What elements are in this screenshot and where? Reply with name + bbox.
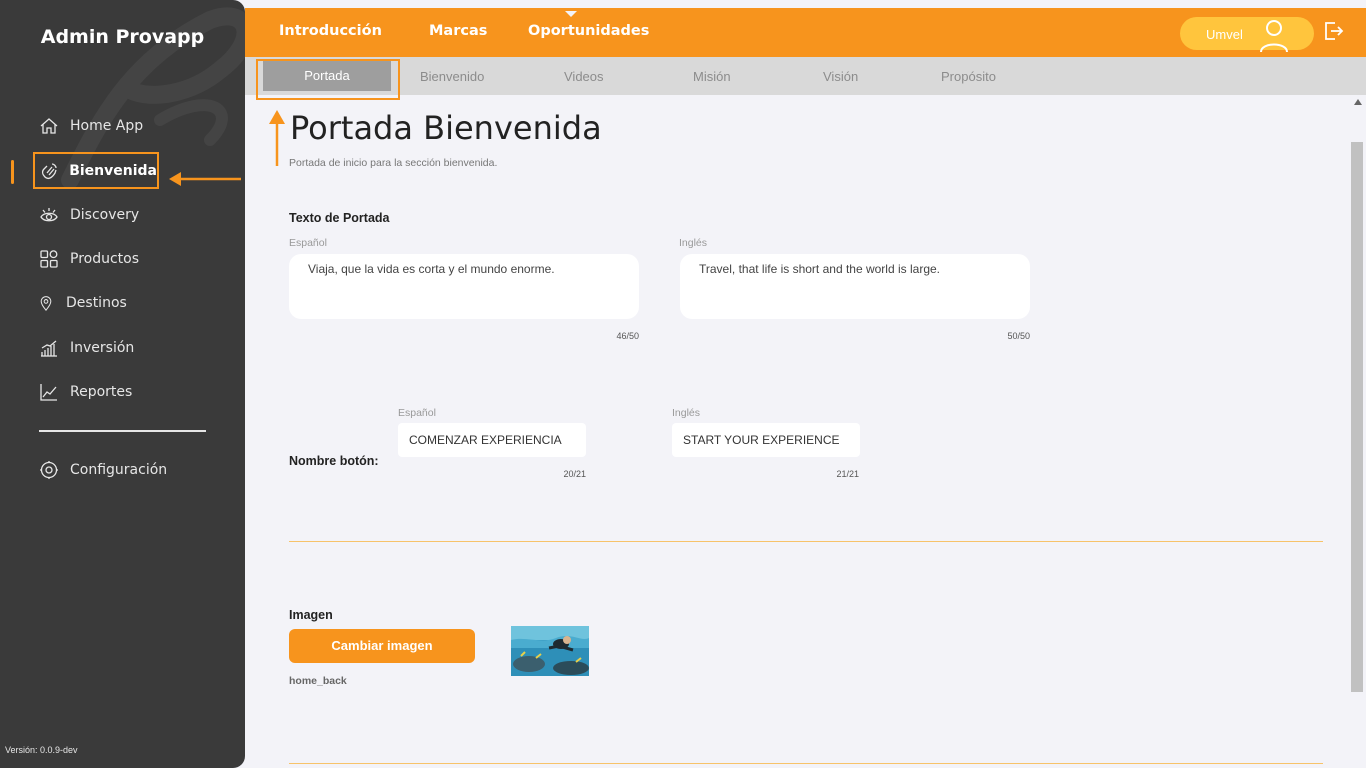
version-label: Versión: 0.0.9-dev <box>5 745 78 755</box>
top-navigation: Introducción Marcas Oportunidades Umvel <box>245 8 1366 57</box>
line-chart-icon <box>38 381 60 403</box>
home-icon <box>38 115 60 137</box>
scroll-up-arrow-icon[interactable] <box>1354 99 1362 105</box>
sidebar-item-label: Destinos <box>66 295 127 311</box>
active-indicator <box>11 160 14 184</box>
image-label: Imagen <box>289 608 333 622</box>
tab-marcas[interactable]: Marcas <box>429 23 487 39</box>
button-es-counter: 20/21 <box>563 469 586 479</box>
subtab-proposito[interactable]: Propósito <box>941 69 996 84</box>
sidebar-item-reportes[interactable]: Reportes <box>38 378 132 406</box>
button-name-label: Nombre botón: <box>289 454 379 468</box>
logout-button[interactable] <box>1322 20 1344 42</box>
sidebar: Admin Provapp Home App Bienvenida Discov… <box>0 0 245 768</box>
wave-hand-icon <box>39 160 59 182</box>
button-en-counter: 21/21 <box>836 469 859 479</box>
logout-icon <box>1325 22 1344 40</box>
gear-icon <box>38 459 60 481</box>
sidebar-item-label: Home App <box>70 118 144 134</box>
location-pin-icon <box>38 292 54 314</box>
sidebar-item-productos[interactable]: Productos <box>38 245 139 273</box>
scroll-thumb[interactable] <box>1351 142 1363 692</box>
button-name-en-field[interactable]: START YOUR EXPERIENCE <box>672 423 860 457</box>
main-content: Portada Bienvenida Portada de inicio par… <box>245 95 1350 768</box>
subtab-mision[interactable]: Misión <box>693 69 731 84</box>
user-name: Umvel <box>1206 27 1243 42</box>
active-tab-caret-icon <box>565 11 577 17</box>
cover-es-label: Español <box>289 237 327 249</box>
snorkel-photo-icon <box>511 626 589 676</box>
page-subtitle: Portada de inicio para la sección bienve… <box>289 157 498 169</box>
cover-en-label: Inglés <box>679 237 708 249</box>
cover-text-es-field[interactable]: Viaja, que la vida es corta y el mundo e… <box>289 254 639 319</box>
app-title: Admin Provapp <box>40 26 205 48</box>
arrow-left-icon <box>169 172 241 186</box>
cover-text-en-field[interactable]: Travel, that life is short and the world… <box>680 254 1030 319</box>
section-divider <box>289 763 1323 764</box>
vertical-scrollbar[interactable] <box>1350 95 1366 768</box>
tab-oportunidades[interactable]: Oportunidades <box>528 23 649 39</box>
subtab-videos[interactable]: Videos <box>564 69 604 84</box>
sidebar-item-label: Productos <box>70 251 140 267</box>
button-en-label: Inglés <box>672 407 701 419</box>
sidebar-item-label: Inversión <box>70 340 135 356</box>
sidebar-item-destinos[interactable]: Destinos <box>38 289 127 317</box>
cover-es-counter: 46/50 <box>616 331 639 341</box>
sidebar-item-bienvenida[interactable]: Bienvenida <box>33 152 159 189</box>
eye-icon <box>38 204 60 226</box>
sidebar-divider <box>39 430 206 432</box>
cover-en-counter: 50/50 <box>1007 331 1030 341</box>
grid-icon <box>38 248 60 270</box>
sidebar-item-label: Discovery <box>70 207 140 223</box>
subtab-vision[interactable]: Visión <box>823 69 858 84</box>
sub-navigation: Portada Bienvenido Videos Misión Visión … <box>245 57 1366 95</box>
user-menu[interactable]: Umvel <box>1180 17 1314 53</box>
subtab-highlight-box <box>256 59 400 100</box>
sidebar-item-home-app[interactable]: Home App <box>38 112 143 140</box>
bar-chart-icon <box>38 337 60 359</box>
cover-text-label: Texto de Portada <box>289 211 390 225</box>
page-title: Portada Bienvenida <box>290 109 602 147</box>
section-divider <box>289 541 1323 542</box>
sidebar-item-label: Bienvenida <box>69 162 157 179</box>
button-es-label: Español <box>398 407 436 419</box>
sidebar-item-label: Reportes <box>70 384 133 400</box>
sidebar-item-discovery[interactable]: Discovery <box>38 201 139 229</box>
user-avatar-icon <box>1260 20 1288 53</box>
subtab-bienvenido[interactable]: Bienvenido <box>420 69 484 84</box>
sidebar-item-configuracion[interactable]: Configuración <box>38 456 167 484</box>
change-image-button[interactable]: Cambiar imagen <box>289 629 475 663</box>
image-filename: home_back <box>289 675 347 687</box>
tab-introduccion[interactable]: Introducción <box>279 23 382 39</box>
sidebar-item-inversion[interactable]: Inversión <box>38 334 134 362</box>
image-thumbnail <box>511 626 589 676</box>
sidebar-item-label: Configuración <box>70 462 168 478</box>
button-name-es-field[interactable]: COMENZAR EXPERIENCIA <box>398 423 586 457</box>
